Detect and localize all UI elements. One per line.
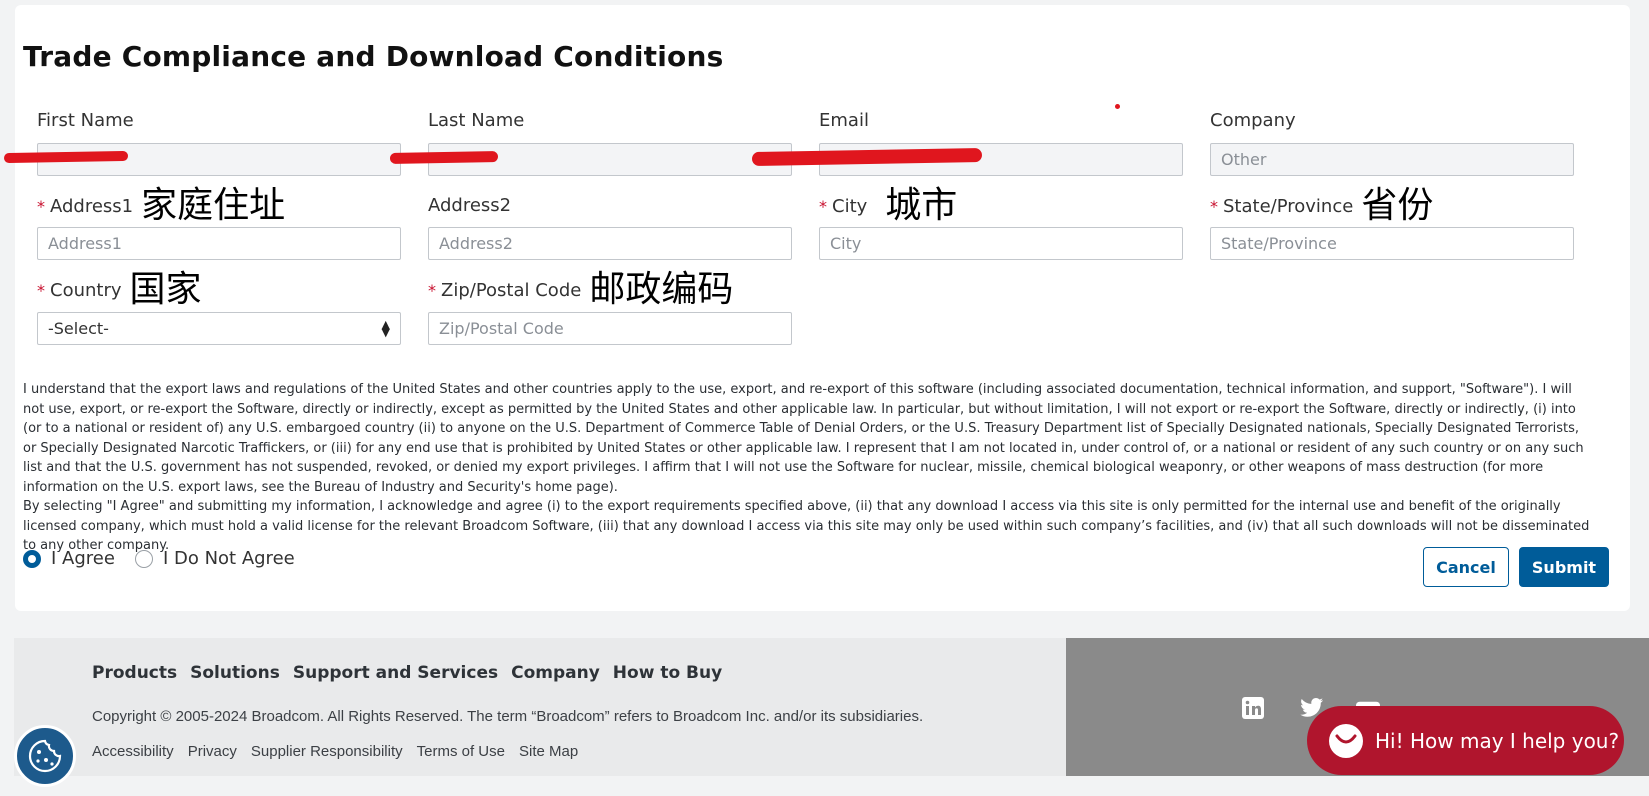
country-note: 国家 [129,269,202,310]
linkedin-icon[interactable] [1241,696,1265,720]
country-selected-value: -Select- [48,319,109,338]
redaction-dot [1115,104,1120,109]
required-mark: * [819,196,827,216]
disagree-option[interactable]: I Do Not Agree [134,548,295,569]
city-input[interactable] [819,227,1183,260]
state-input[interactable] [1210,227,1574,260]
footer-nav-products[interactable]: Products [92,663,177,683]
agree-option[interactable]: I Agree [23,548,115,569]
company-input[interactable] [1210,143,1574,176]
required-mark: * [37,280,45,300]
required-mark: * [428,280,436,300]
state-note: 省份 [1361,185,1434,226]
city-note: 城市 [885,185,958,226]
disagree-radio[interactable] [134,549,153,568]
email-label: Email [819,110,869,131]
terms-paragraph-agreement: By selecting "I Agree" and submitting my… [23,499,1590,554]
footer-nav-how-to-buy[interactable]: How to Buy [613,663,722,683]
address2-input[interactable] [428,227,792,260]
agree-radio[interactable] [23,549,41,568]
copyright-text: Copyright © 2005-2024 Broadcom. All Righ… [92,708,924,725]
page-title: Trade Compliance and Download Conditions [23,40,724,73]
company-label: Company [1210,110,1296,131]
zip-input[interactable] [428,312,792,345]
address1-input[interactable] [37,227,401,260]
cookie-settings-button[interactable] [14,725,76,787]
address1-label: * Address1 家庭住址 [37,185,286,226]
cancel-button[interactable]: Cancel [1423,547,1509,587]
address1-note: 家庭住址 [141,185,286,226]
country-label: * Country 国家 [37,269,202,310]
footer-links: Accessibility Privacy Supplier Responsib… [92,743,578,760]
required-mark: * [1210,196,1218,216]
redaction-mark [389,151,499,164]
cookie-icon [28,739,62,773]
footer-nav-company[interactable]: Company [511,663,600,683]
city-label: * City 城市 [819,185,958,226]
footer-link-privacy[interactable]: Privacy [188,743,237,760]
last-name-label: Last Name [428,110,525,131]
footer-link-supplier[interactable]: Supplier Responsibility [251,743,403,760]
disagree-label: I Do Not Agree [162,548,295,569]
footer-link-accessibility[interactable]: Accessibility [92,743,174,760]
state-label: * State/Province 省份 [1210,185,1434,226]
footer-nav-support[interactable]: Support and Services [293,663,498,683]
chat-widget-button[interactable]: Hi! How may I help you? [1307,706,1624,775]
required-mark: * [37,196,45,216]
zip-label: * Zip/Postal Code 邮政编码 [428,269,734,310]
first-name-label: First Name [37,110,134,131]
submit-button[interactable]: Submit [1519,547,1609,587]
select-arrows-icon: ▲ ▼ [381,317,390,339]
country-select[interactable]: -Select- ▲ ▼ [37,312,401,345]
chat-label: Hi! How may I help you? [1375,728,1620,753]
address2-label: Address2 [428,195,512,216]
zip-note: 邮政编码 [589,269,734,310]
footer-link-sitemap[interactable]: Site Map [519,743,578,760]
footer-nav-solutions[interactable]: Solutions [190,663,280,683]
chat-bubble-icon [1329,723,1363,758]
terms-paragraph-export: I understand that the export laws and re… [23,382,1584,495]
footer-nav: Products Solutions Support and Services … [92,663,722,683]
agree-label: I Agree [51,548,115,569]
agreement-radio-group: I Agree I Do Not Agree [23,548,315,569]
footer-link-terms[interactable]: Terms of Use [417,743,505,760]
